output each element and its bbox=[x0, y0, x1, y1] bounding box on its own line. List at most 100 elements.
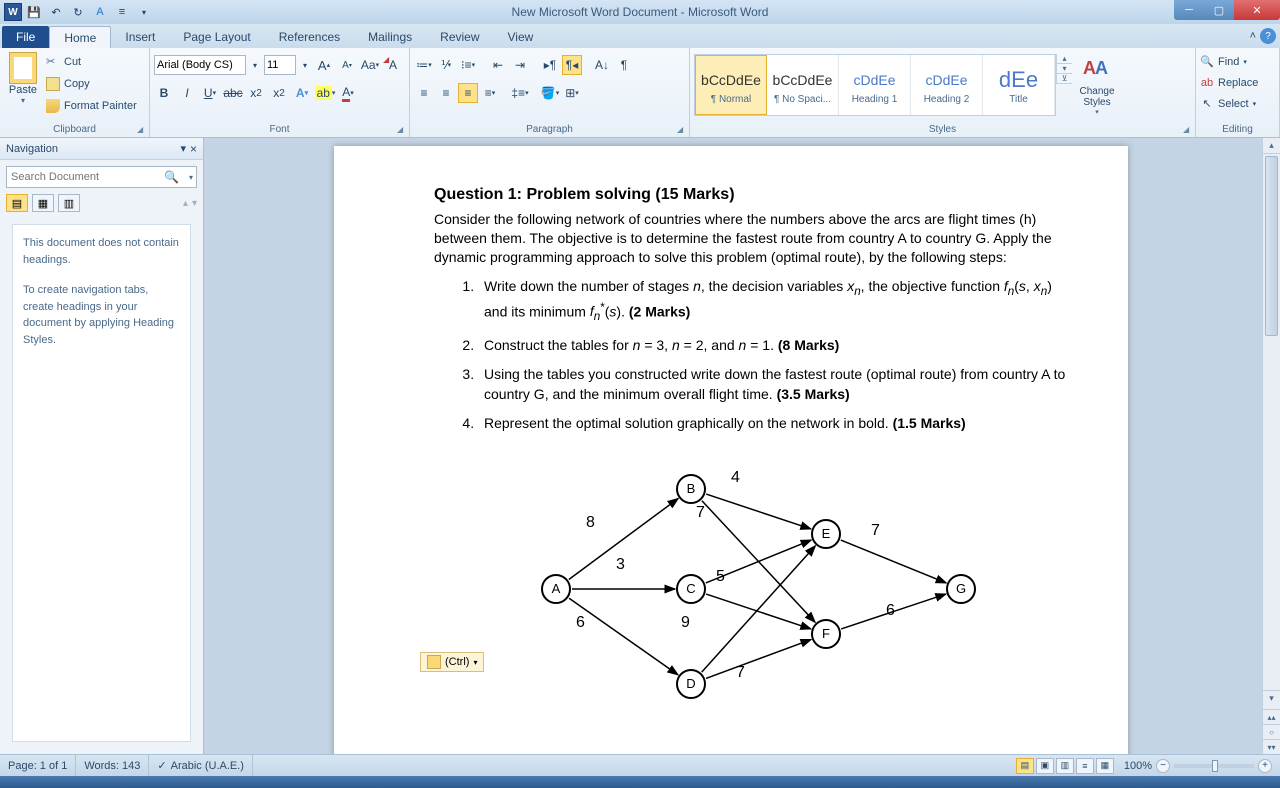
paste-options-tag[interactable]: (Ctrl) ▾ bbox=[420, 652, 484, 672]
format-painter-button[interactable]: Format Painter bbox=[46, 96, 137, 116]
status-language[interactable]: ✓Arabic (U.A.E.) bbox=[149, 755, 253, 776]
print-layout-view-icon[interactable]: ▤ bbox=[1016, 758, 1034, 774]
browse-object-icon[interactable]: ○ bbox=[1263, 724, 1280, 739]
scroll-down-icon[interactable]: ▾ bbox=[1263, 690, 1280, 706]
ltr-icon[interactable]: ▸¶ bbox=[540, 55, 560, 75]
nav-prev-icon[interactable]: ▴ bbox=[183, 198, 188, 209]
style-more-icon[interactable]: ⊻ bbox=[1057, 74, 1072, 84]
copy-button[interactable]: Copy bbox=[46, 74, 137, 94]
decrease-indent-icon[interactable]: ⇤ bbox=[488, 55, 508, 75]
nav-tab-pages[interactable]: ▦ bbox=[32, 194, 54, 212]
subscript-button[interactable]: x2 bbox=[246, 83, 266, 103]
full-screen-view-icon[interactable]: ▣ bbox=[1036, 758, 1054, 774]
nav-tab-results[interactable]: ▥ bbox=[58, 194, 80, 212]
align-left-icon[interactable]: ≡ bbox=[414, 83, 434, 103]
prev-page-icon[interactable]: ▴▴ bbox=[1263, 709, 1280, 724]
web-layout-view-icon[interactable]: ▥ bbox=[1056, 758, 1074, 774]
outline-view-icon[interactable]: ≡ bbox=[1076, 758, 1094, 774]
style-down-icon[interactable]: ▾ bbox=[1057, 64, 1072, 74]
search-dropdown-icon[interactable]: ▾ bbox=[189, 173, 193, 182]
align-right-icon[interactable]: ≡ bbox=[458, 83, 478, 103]
select-button[interactable]: ↖Select ▾ bbox=[1200, 94, 1256, 113]
underline-button[interactable]: U▾ bbox=[200, 83, 220, 103]
zoom-level[interactable]: 100% bbox=[1124, 760, 1152, 772]
shading-icon[interactable]: 🪣▾ bbox=[540, 83, 560, 103]
paste-button[interactable]: Paste ▾ bbox=[4, 50, 42, 105]
vertical-scrollbar[interactable]: ▴ ▾ ▴▴ ○ ▾▾ bbox=[1262, 138, 1280, 754]
undo-icon[interactable]: ↶ bbox=[46, 3, 66, 21]
change-case-icon[interactable]: Aa▾ bbox=[360, 55, 380, 75]
clear-formatting-icon[interactable]: ◢A bbox=[383, 55, 403, 75]
help-icon[interactable]: ? bbox=[1260, 28, 1276, 44]
qat-btn[interactable]: A bbox=[90, 3, 110, 21]
cut-button[interactable]: ✂Cut bbox=[46, 52, 137, 72]
find-button[interactable]: 🔍Find ▾ bbox=[1200, 52, 1247, 71]
scroll-thumb[interactable] bbox=[1265, 156, 1278, 336]
replace-button[interactable]: abReplace bbox=[1200, 73, 1258, 92]
zoom-slider[interactable] bbox=[1174, 764, 1254, 768]
draft-view-icon[interactable]: ▦ bbox=[1096, 758, 1114, 774]
font-size-combo[interactable] bbox=[264, 55, 296, 75]
font-color-icon[interactable]: A▾ bbox=[338, 83, 358, 103]
align-center-icon[interactable]: ≡ bbox=[436, 83, 456, 103]
borders-icon[interactable]: ⊞▾ bbox=[562, 83, 582, 103]
zoom-thumb[interactable] bbox=[1212, 760, 1218, 772]
zoom-in-button[interactable]: + bbox=[1258, 759, 1272, 773]
minimize-button[interactable]: ─ bbox=[1174, 0, 1204, 20]
bullets-icon[interactable]: ≔▾ bbox=[414, 55, 434, 75]
nav-next-icon[interactable]: ▾ bbox=[192, 198, 197, 209]
nav-tab-headings[interactable]: ▤ bbox=[6, 194, 28, 212]
redo-icon[interactable]: ↻ bbox=[68, 3, 88, 21]
clipboard-launcher-icon[interactable]: ◢ bbox=[137, 125, 147, 135]
font-name-dropdown-icon[interactable]: ▾ bbox=[249, 55, 261, 75]
tab-review[interactable]: Review bbox=[426, 26, 493, 48]
next-page-icon[interactable]: ▾▾ bbox=[1263, 739, 1280, 754]
tab-home[interactable]: Home bbox=[49, 26, 111, 48]
increase-indent-icon[interactable]: ⇥ bbox=[510, 55, 530, 75]
tab-view[interactable]: View bbox=[494, 26, 548, 48]
sort-icon[interactable]: A↓ bbox=[592, 55, 612, 75]
paragraph-launcher-icon[interactable]: ◢ bbox=[677, 125, 687, 135]
rtl-icon[interactable]: ¶◂ bbox=[562, 55, 582, 75]
multilevel-list-icon[interactable]: ⁝≡▾ bbox=[458, 55, 478, 75]
style-item[interactable]: bCcDdEe¶ No Spaci... bbox=[767, 55, 839, 115]
font-size-dropdown-icon[interactable]: ▾ bbox=[299, 55, 311, 75]
justify-icon[interactable]: ≡▾ bbox=[480, 83, 500, 103]
close-button[interactable]: ✕ bbox=[1234, 0, 1280, 20]
shrink-font-icon[interactable]: A▾ bbox=[337, 55, 357, 75]
superscript-button[interactable]: x2 bbox=[269, 83, 289, 103]
save-icon[interactable]: 💾 bbox=[24, 3, 44, 21]
document-area[interactable]: ◂ Question 1: Problem solving (15 Marks)… bbox=[204, 138, 1280, 754]
qat-btn[interactable]: ≡ bbox=[112, 3, 132, 21]
paste-dropdown-icon[interactable]: ▾ bbox=[21, 96, 25, 105]
nav-close-icon[interactable]: × bbox=[190, 142, 197, 156]
zoom-out-button[interactable]: − bbox=[1156, 759, 1170, 773]
styles-launcher-icon[interactable]: ◢ bbox=[1183, 125, 1193, 135]
status-words[interactable]: Words: 143 bbox=[76, 755, 149, 776]
grow-font-icon[interactable]: A▴ bbox=[314, 55, 334, 75]
nav-dropdown-icon[interactable]: ▾ bbox=[180, 142, 186, 155]
style-item[interactable]: cDdEeHeading 1 bbox=[839, 55, 911, 115]
style-item[interactable]: bCcDdEe¶ Normal bbox=[695, 55, 767, 115]
italic-button[interactable]: I bbox=[177, 83, 197, 103]
tab-references[interactable]: References bbox=[265, 26, 354, 48]
tab-page-layout[interactable]: Page Layout bbox=[169, 26, 264, 48]
status-page[interactable]: Page: 1 of 1 bbox=[0, 755, 76, 776]
maximize-button[interactable]: ▢ bbox=[1204, 0, 1234, 20]
font-name-combo[interactable] bbox=[154, 55, 246, 75]
scroll-up-icon[interactable]: ▴ bbox=[1263, 138, 1280, 154]
search-icon[interactable]: 🔍 bbox=[164, 170, 179, 184]
line-spacing-icon[interactable]: ‡≡▾ bbox=[510, 83, 530, 103]
tab-insert[interactable]: Insert bbox=[111, 26, 169, 48]
numbering-icon[interactable]: ⅟▾ bbox=[436, 55, 456, 75]
style-item[interactable]: dEeTitle bbox=[983, 55, 1055, 115]
strikethrough-button[interactable]: abc bbox=[223, 83, 243, 103]
tab-mailings[interactable]: Mailings bbox=[354, 26, 426, 48]
change-styles-button[interactable]: AA Change Styles ▾ bbox=[1072, 54, 1122, 120]
minimize-ribbon-icon[interactable]: ˄ bbox=[1250, 30, 1256, 42]
file-tab[interactable]: File bbox=[2, 26, 49, 48]
show-marks-icon[interactable]: ¶ bbox=[614, 55, 634, 75]
word-icon[interactable]: W bbox=[4, 3, 22, 21]
style-item[interactable]: cDdEeHeading 2 bbox=[911, 55, 983, 115]
style-up-icon[interactable]: ▴ bbox=[1057, 54, 1072, 64]
